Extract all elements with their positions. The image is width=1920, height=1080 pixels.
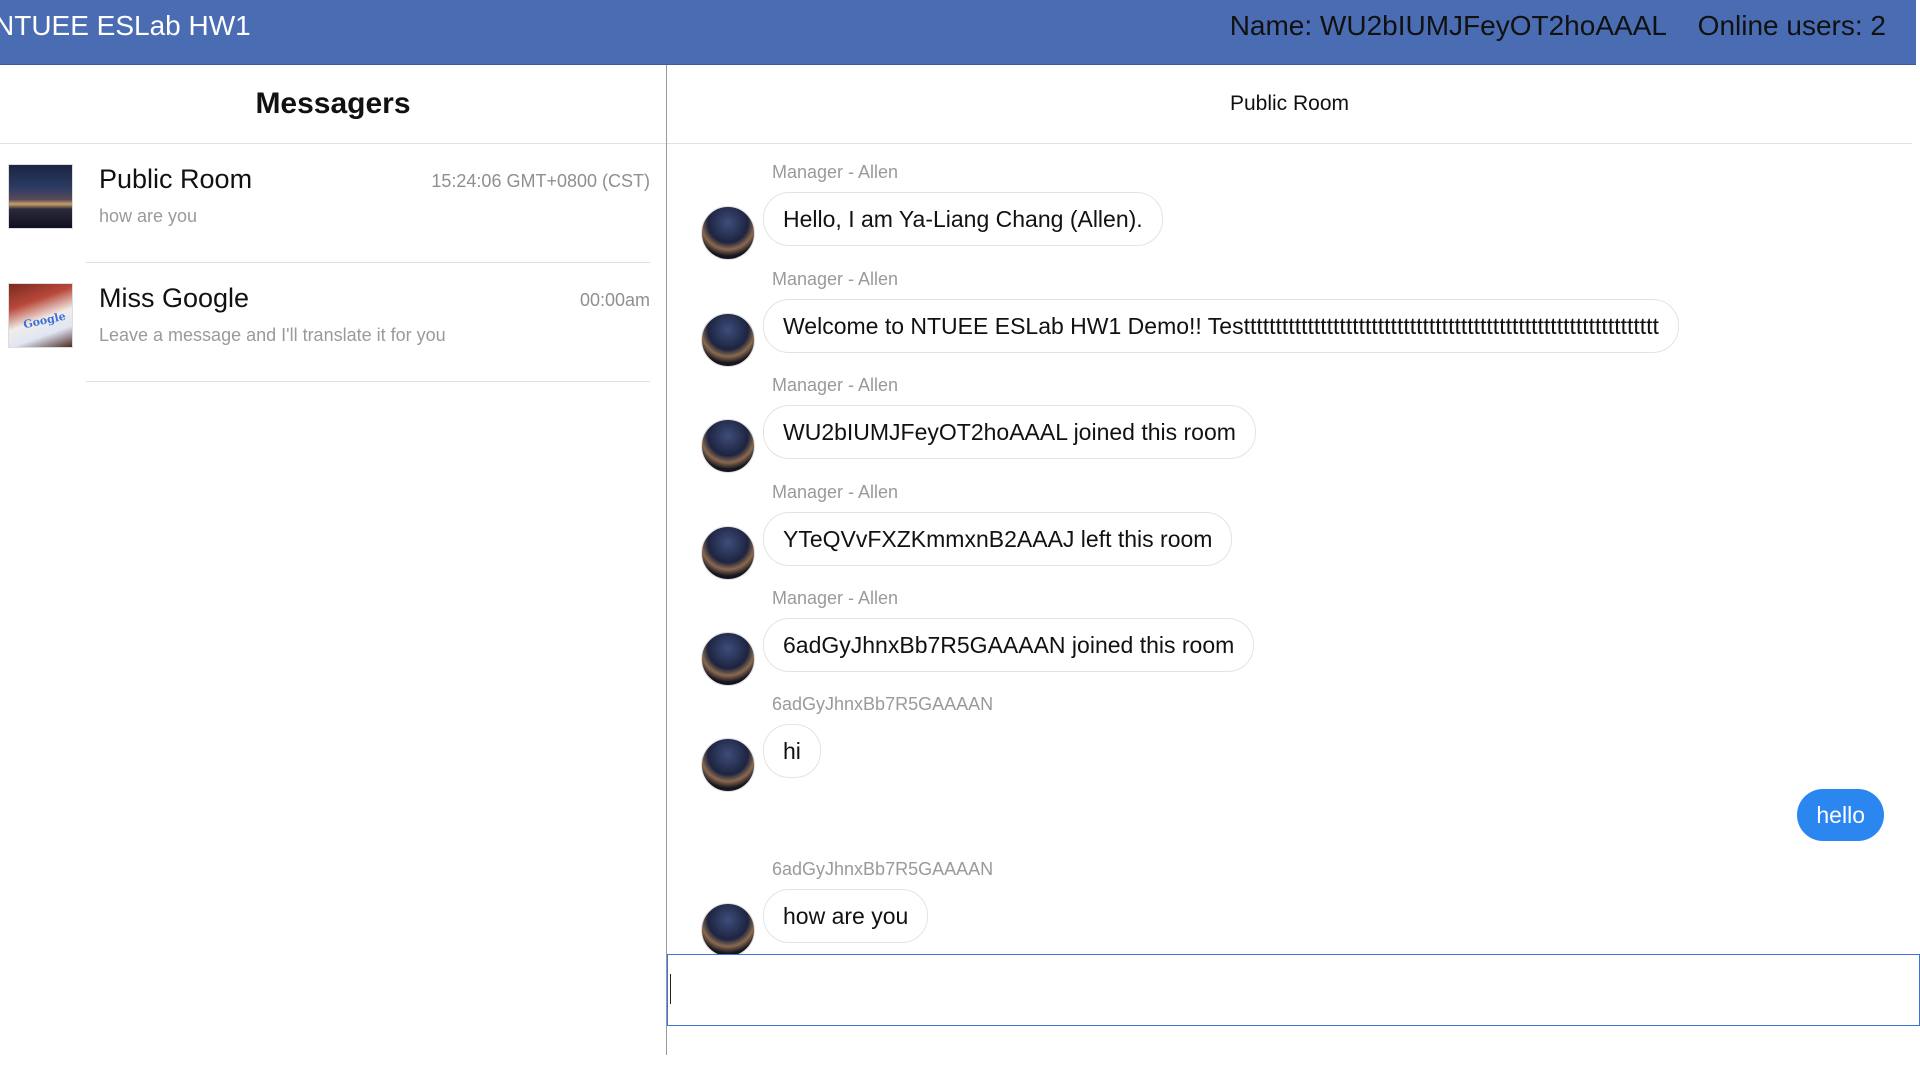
conversation-name: Miss Google <box>99 283 250 313</box>
message-sender: Manager - Allen <box>772 269 899 289</box>
message-bubble: how are you <box>763 889 929 943</box>
user-info: Name: WU2bIUMJFeyOT2hoAAAL Online users:… <box>1206 10 1886 42</box>
chat-panel: Public Room Manager - Allen Hello, I am … <box>667 65 1920 1055</box>
message-list[interactable]: Manager - Allen Hello, I am Ya-Liang Cha… <box>667 144 1912 957</box>
message-input[interactable] <box>667 954 1920 1026</box>
message-sender: Manager - Allen <box>772 375 899 395</box>
message-bubble: WU2bIUMJFeyOT2hoAAAL joined this room <box>763 405 1256 459</box>
chat-room-title: Public Room <box>667 65 1912 144</box>
text-caret <box>670 974 671 1004</box>
message-bubble: hi <box>763 724 821 778</box>
conversation-sidebar: Messagers Public Room 15:24:06 GMT+0800 … <box>0 65 667 1055</box>
avatar-icon <box>701 313 755 367</box>
user-name: Name: WU2bIUMJFeyOT2hoAAAL <box>1229 10 1666 41</box>
sidebar-title: Messagers <box>0 65 666 144</box>
online-users-count: Online users: 2 <box>1697 10 1886 41</box>
avatar-icon <box>701 738 755 792</box>
avatar-icon <box>701 206 755 260</box>
conversation-public-room[interactable]: Public Room 15:24:06 GMT+0800 (CST) how … <box>0 144 666 263</box>
message-bubble: Hello, I am Ya-Liang Chang (Allen). <box>763 192 1163 246</box>
conversation-time: 00:00am <box>579 290 650 310</box>
message-sender: Manager - Allen <box>772 162 899 182</box>
avatar-icon <box>701 632 755 686</box>
avatar-icon <box>701 526 755 580</box>
conversation-preview: Leave a message and I'll translate it fo… <box>99 325 446 345</box>
app-title: NTUEE ESLab HW1 <box>0 10 251 41</box>
divider <box>86 381 650 382</box>
own-message-bubble: hello <box>1797 789 1884 841</box>
message-sender: 6adGyJhnxBb7R5GAAAAN <box>772 859 994 879</box>
night-city-thumbnail-icon <box>8 164 73 229</box>
message-sender: 6adGyJhnxBb7R5GAAAAN <box>772 694 994 714</box>
message-bubble: Welcome to NTUEE ESLab HW1 Demo!! Testtt… <box>763 299 1679 353</box>
message-bubble: 6adGyJhnxBb7R5GAAAAN joined this room <box>763 618 1255 672</box>
conversation-preview: how are you <box>99 206 198 226</box>
conversation-name: Public Room <box>99 164 253 194</box>
google-logo-text: Google <box>22 309 67 332</box>
conversation-time: 15:24:06 GMT+0800 (CST) <box>431 171 650 191</box>
message-bubble: YTeQVvFXZKmmxnB2AAAJ left this room <box>763 512 1233 566</box>
avatar-icon <box>701 903 755 957</box>
miss-google-thumbnail-icon: Google <box>8 283 73 348</box>
conversation-miss-google[interactable]: Google Miss Google 00:00am Leave a messa… <box>0 263 666 382</box>
message-sender: Manager - Allen <box>772 482 899 502</box>
avatar-icon <box>701 419 755 473</box>
top-bar: NTUEE ESLab HW1 Name: WU2bIUMJFeyOT2hoAA… <box>0 0 1916 65</box>
message-sender: Manager - Allen <box>772 588 899 608</box>
